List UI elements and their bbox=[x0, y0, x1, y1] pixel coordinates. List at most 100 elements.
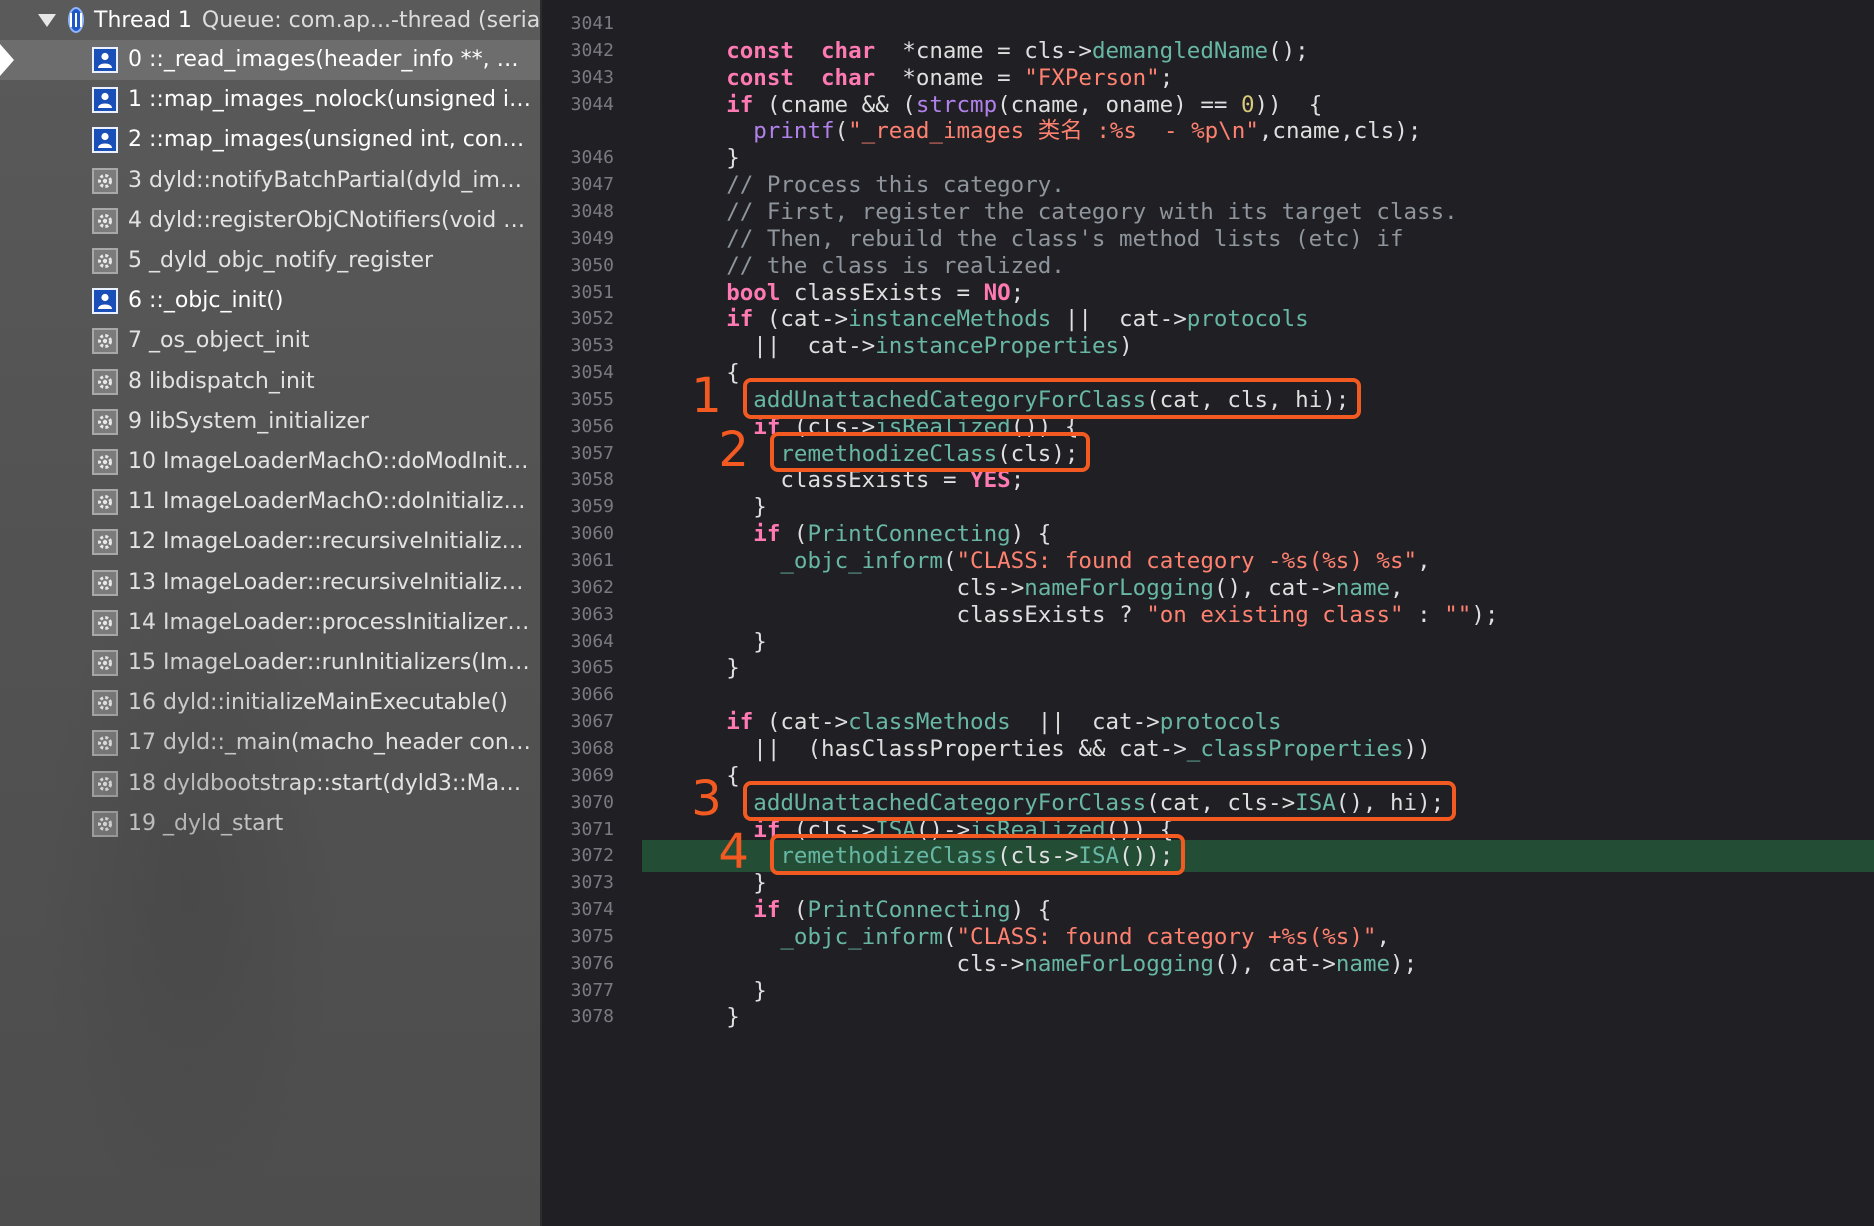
stack-frame-18[interactable]: 18 dyldbootstrap::start(dyld3::Mach... bbox=[0, 764, 540, 804]
code-token: // First, register the category with its… bbox=[726, 198, 1458, 225]
stack-frame-label: 13 ImageLoader::recursiveInitializati... bbox=[128, 569, 532, 595]
code-token: )) { bbox=[1254, 91, 1323, 118]
stack-frame-label: 0 ::_read_images(header_info **, uint... bbox=[128, 47, 532, 72]
annotation-number: 2 bbox=[718, 421, 749, 478]
stack-frame-label: 17 dyld::_main(macho_header const... bbox=[128, 730, 532, 756]
stack-frame-16[interactable]: 16 dyld::initializeMainExecutable() bbox=[0, 683, 540, 723]
stack-frame-1[interactable]: 1 ::map_images_nolock(unsigned int... bbox=[0, 80, 540, 120]
stack-frame-4[interactable]: 4 dyld::registerObjCNotifiers(void (*... bbox=[0, 201, 540, 241]
stack-frame-8[interactable]: 8 libdispatch_init bbox=[0, 362, 540, 402]
system-library-icon bbox=[92, 328, 118, 355]
code-token: ( bbox=[942, 548, 957, 574]
code-line[interactable]: } bbox=[753, 975, 767, 1007]
stack-frame-15[interactable]: 15 ImageLoader::runInitializers(Imag... bbox=[0, 643, 540, 683]
code-token: )) bbox=[1403, 735, 1431, 762]
code-line[interactable]: classExists ? "on existing class" : ""); bbox=[957, 599, 1499, 631]
code-token: protocols bbox=[1159, 709, 1282, 736]
code-line[interactable]: } bbox=[753, 626, 767, 658]
code-token: ) { bbox=[1010, 897, 1052, 924]
stack-frame-7[interactable]: 7 _os_object_init bbox=[0, 321, 540, 361]
line-number[interactable]: 3044 bbox=[542, 89, 614, 121]
code-token: char bbox=[821, 37, 876, 64]
code-token: "" bbox=[1444, 601, 1472, 628]
stack-frame-label: 9 libSystem_initializer bbox=[128, 408, 369, 434]
stack-frame-label: 15 ImageLoader::runInitializers(Imag... bbox=[128, 650, 532, 675]
code-line[interactable]: } bbox=[726, 1001, 740, 1033]
line-number-gutter[interactable]: 3041 3042 3043 3044 3046 3047 3048 3049 3050 3051… bbox=[542, 0, 642, 1226]
code-token: } bbox=[753, 494, 767, 521]
code-token: *oname = bbox=[875, 64, 1025, 91]
stack-frame-9[interactable]: 9 libSystem_initializer bbox=[0, 402, 540, 442]
stack-frame-11[interactable]: 11 ImageLoaderMachO::doInitializati... bbox=[0, 482, 540, 522]
code-token: || (hasClassProperties && cat-> bbox=[753, 735, 1187, 762]
system-library-icon bbox=[92, 167, 118, 194]
code-token: } bbox=[753, 628, 767, 655]
code-token: } bbox=[726, 1004, 740, 1031]
code-editor[interactable]: const char *cname = cls->demangledName()… bbox=[642, 0, 1874, 1226]
stack-frame-label: 7 _os_object_init bbox=[128, 328, 310, 354]
code-token: ( bbox=[834, 118, 849, 145]
disclosure-triangle-icon[interactable] bbox=[38, 13, 56, 27]
code-token: name bbox=[1335, 574, 1391, 601]
stack-frame-12[interactable]: 12 ImageLoader::recursiveInitializati... bbox=[0, 522, 540, 562]
selected-frame-marker-icon bbox=[0, 40, 16, 80]
stack-frame-10[interactable]: 10 ImageLoaderMachO::doModInitF... bbox=[0, 442, 540, 482]
code-token: if bbox=[726, 91, 754, 118]
code-token: instanceProperties bbox=[875, 333, 1120, 360]
thread-queue: Queue: com.ap...-thread (serial) bbox=[201, 7, 542, 33]
code-token: // Process this category. bbox=[726, 172, 1065, 199]
stack-frame-0[interactable]: 0 ::_read_images(header_info **, uint... bbox=[0, 40, 540, 80]
user-code-icon bbox=[92, 87, 118, 114]
code-token: if bbox=[753, 521, 781, 548]
user-code-icon bbox=[92, 127, 118, 154]
code-token: (), cat-> bbox=[1213, 574, 1336, 601]
user-code-icon bbox=[92, 47, 118, 73]
system-library-icon bbox=[92, 449, 118, 475]
annotation-number: 4 bbox=[718, 824, 749, 881]
code-token: || cat-> bbox=[753, 333, 876, 360]
stack-frame-label: 12 ImageLoader::recursiveInitializati... bbox=[128, 529, 532, 555]
code-token: ; bbox=[1010, 279, 1025, 306]
code-token: "_read_images 类名 :%s - %p\n" bbox=[848, 118, 1259, 145]
system-library-icon bbox=[92, 408, 118, 435]
stack-frame-3[interactable]: 3 dyld::notifyBatchPartial(dyld_imag... bbox=[0, 161, 540, 201]
thread-row[interactable]: Thread 1 Queue: com.ap...-thread (serial… bbox=[0, 0, 540, 40]
stack-frame-13[interactable]: 13 ImageLoader::recursiveInitializati... bbox=[0, 563, 540, 603]
system-library-icon bbox=[92, 569, 118, 596]
stack-frame-17[interactable]: 17 dyld::_main(macho_header const... bbox=[0, 723, 540, 763]
code-line[interactable]: { bbox=[726, 357, 740, 389]
stack-frame-5[interactable]: 5 _dyld_objc_notify_register bbox=[0, 241, 540, 281]
code-line[interactable]: { bbox=[726, 760, 740, 792]
stack-frame-14[interactable]: 14 ImageLoader::processInitializers(... bbox=[0, 603, 540, 643]
code-line[interactable]: printf("_read_images 类名 :%s - %p\n",cnam… bbox=[753, 115, 1421, 147]
stack-frame-19[interactable]: 19 _dyld_start bbox=[0, 804, 540, 844]
code-line[interactable]: } bbox=[726, 652, 740, 684]
code-line[interactable]: || (hasClassProperties && cat->_classPro… bbox=[753, 733, 1430, 765]
code-token: PrintConnecting bbox=[807, 897, 1011, 924]
code-token: "CLASS: found category +%s(%s)" bbox=[956, 923, 1377, 950]
code-line[interactable]: || cat->instanceProperties) bbox=[753, 330, 1132, 362]
code-token: , bbox=[1376, 923, 1390, 950]
code-token: (cat-> bbox=[753, 709, 849, 736]
stack-frame-label: 16 dyld::initializeMainExecutable() bbox=[128, 690, 508, 716]
code-token: bool bbox=[726, 279, 781, 306]
stack-frame-6[interactable]: 6 ::_objc_init() bbox=[0, 281, 540, 321]
code-token: char bbox=[821, 64, 876, 91]
code-token: , bbox=[1390, 574, 1404, 601]
stack-frame-label: 1 ::map_images_nolock(unsigned int... bbox=[128, 87, 532, 113]
annotation-box-2 bbox=[770, 431, 1091, 473]
code-token: : bbox=[1403, 601, 1445, 628]
stack-frame-label: 14 ImageLoader::processInitializers(... bbox=[128, 609, 532, 635]
code-token: const bbox=[726, 37, 794, 64]
code-token: } bbox=[726, 145, 740, 172]
stack-frame-2[interactable]: 2 ::map_images(unsigned int, const... bbox=[0, 120, 540, 160]
line-number[interactable]: 3078 bbox=[542, 1001, 614, 1033]
code-token: classMethods bbox=[848, 709, 1011, 736]
annotation-number: 1 bbox=[691, 367, 722, 424]
system-library-icon bbox=[92, 609, 118, 636]
system-library-icon bbox=[92, 489, 118, 516]
system-library-icon bbox=[92, 730, 118, 757]
code-token: (cat-> bbox=[753, 306, 849, 333]
code-token: } bbox=[753, 977, 767, 1004]
code-line[interactable]: cls->nameForLogging(), cat->name); bbox=[957, 948, 1418, 980]
